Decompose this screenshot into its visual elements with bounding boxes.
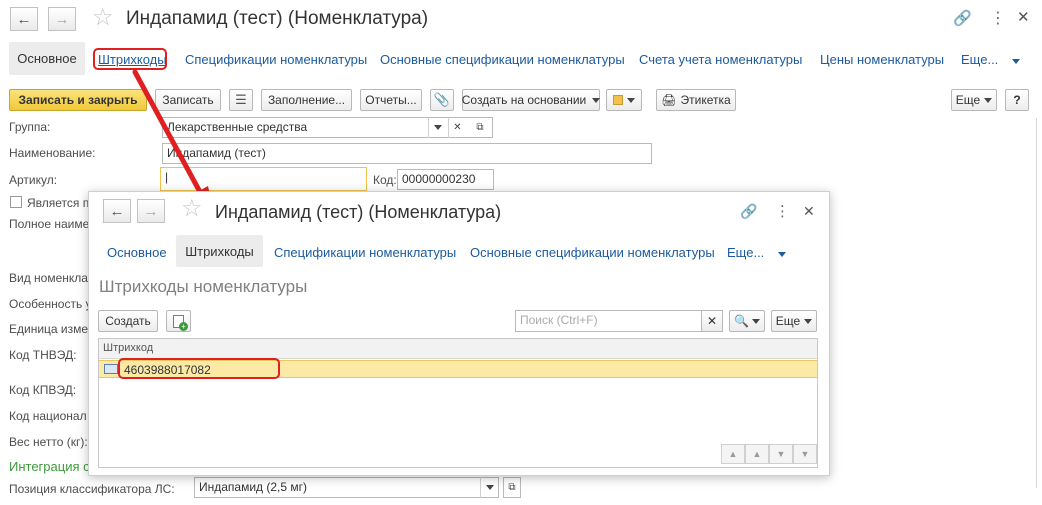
popup-forward-button[interactable]: → — [137, 199, 165, 223]
arrow-left-icon: ← — [109, 202, 125, 220]
prev-page-button[interactable]: ▲ — [745, 444, 769, 464]
search-icon: 🔍 — [734, 314, 749, 328]
popup-tab-osnovnoe[interactable]: Основное — [107, 245, 167, 260]
barcode-highlight — [118, 358, 280, 379]
popup-tab-barcodes-label: Штрихкоды — [185, 243, 254, 259]
popup-more-button-label: Еще — [775, 314, 801, 328]
add-file-button[interactable]: + — [166, 310, 191, 332]
popup-tab-barcodes[interactable]: Штрихкоды — [176, 235, 263, 267]
search-clear-button[interactable]: ✕ — [701, 310, 723, 332]
popup-title: Индапамид (тест) (Номенклатура) — [215, 202, 502, 222]
popup-tab-specs[interactable]: Спецификации номенклатуры — [274, 245, 456, 260]
popup-favorite-star-icon[interactable]: ☆ — [181, 197, 203, 221]
search-button[interactable]: 🔍 — [729, 310, 765, 332]
popup-tab-main-specs[interactable]: Основные спецификации номенклатуры — [470, 245, 715, 260]
create-button[interactable]: Создать — [98, 310, 158, 332]
popup-close-icon[interactable]: ✕ — [803, 203, 815, 220]
search-placeholder: Поиск (Ctrl+F) — [520, 313, 598, 327]
popup-more-button[interactable]: Еще — [771, 310, 817, 332]
barcodes-popup: ← → ☆ Индапамид (тест) (Номенклатура) 🔗 … — [88, 191, 830, 476]
next-page-button[interactable]: ▼ — [769, 444, 793, 464]
search-input[interactable]: Поиск (Ctrl+F) — [515, 310, 703, 332]
popup-tab-more-label: Еще... — [727, 245, 765, 260]
column-header-barcode[interactable]: Штрихкод — [103, 342, 153, 354]
popup-back-button[interactable]: ← — [103, 199, 131, 223]
first-page-button[interactable]: ▲ — [721, 444, 745, 464]
add-document-icon: + — [173, 314, 188, 331]
popup-link-icon[interactable]: 🔗 — [740, 203, 757, 220]
chevron-down-icon — [777, 252, 786, 257]
section-title: Штрихкоды номенклатуры — [99, 277, 308, 296]
table-header: Штрихкод — [99, 339, 817, 359]
table-nav: ▲ ▲ ▼ ▼ — [721, 444, 817, 466]
barcode-row-icon — [104, 364, 118, 374]
arrow-right-icon: → — [143, 202, 159, 220]
popup-more-vertical-icon[interactable]: ⋮ — [775, 202, 790, 220]
chevron-down-icon — [804, 318, 813, 324]
chevron-down-icon — [751, 318, 760, 324]
popup-tab-more[interactable]: Еще... — [727, 245, 786, 260]
last-page-button[interactable]: ▼ — [793, 444, 817, 464]
